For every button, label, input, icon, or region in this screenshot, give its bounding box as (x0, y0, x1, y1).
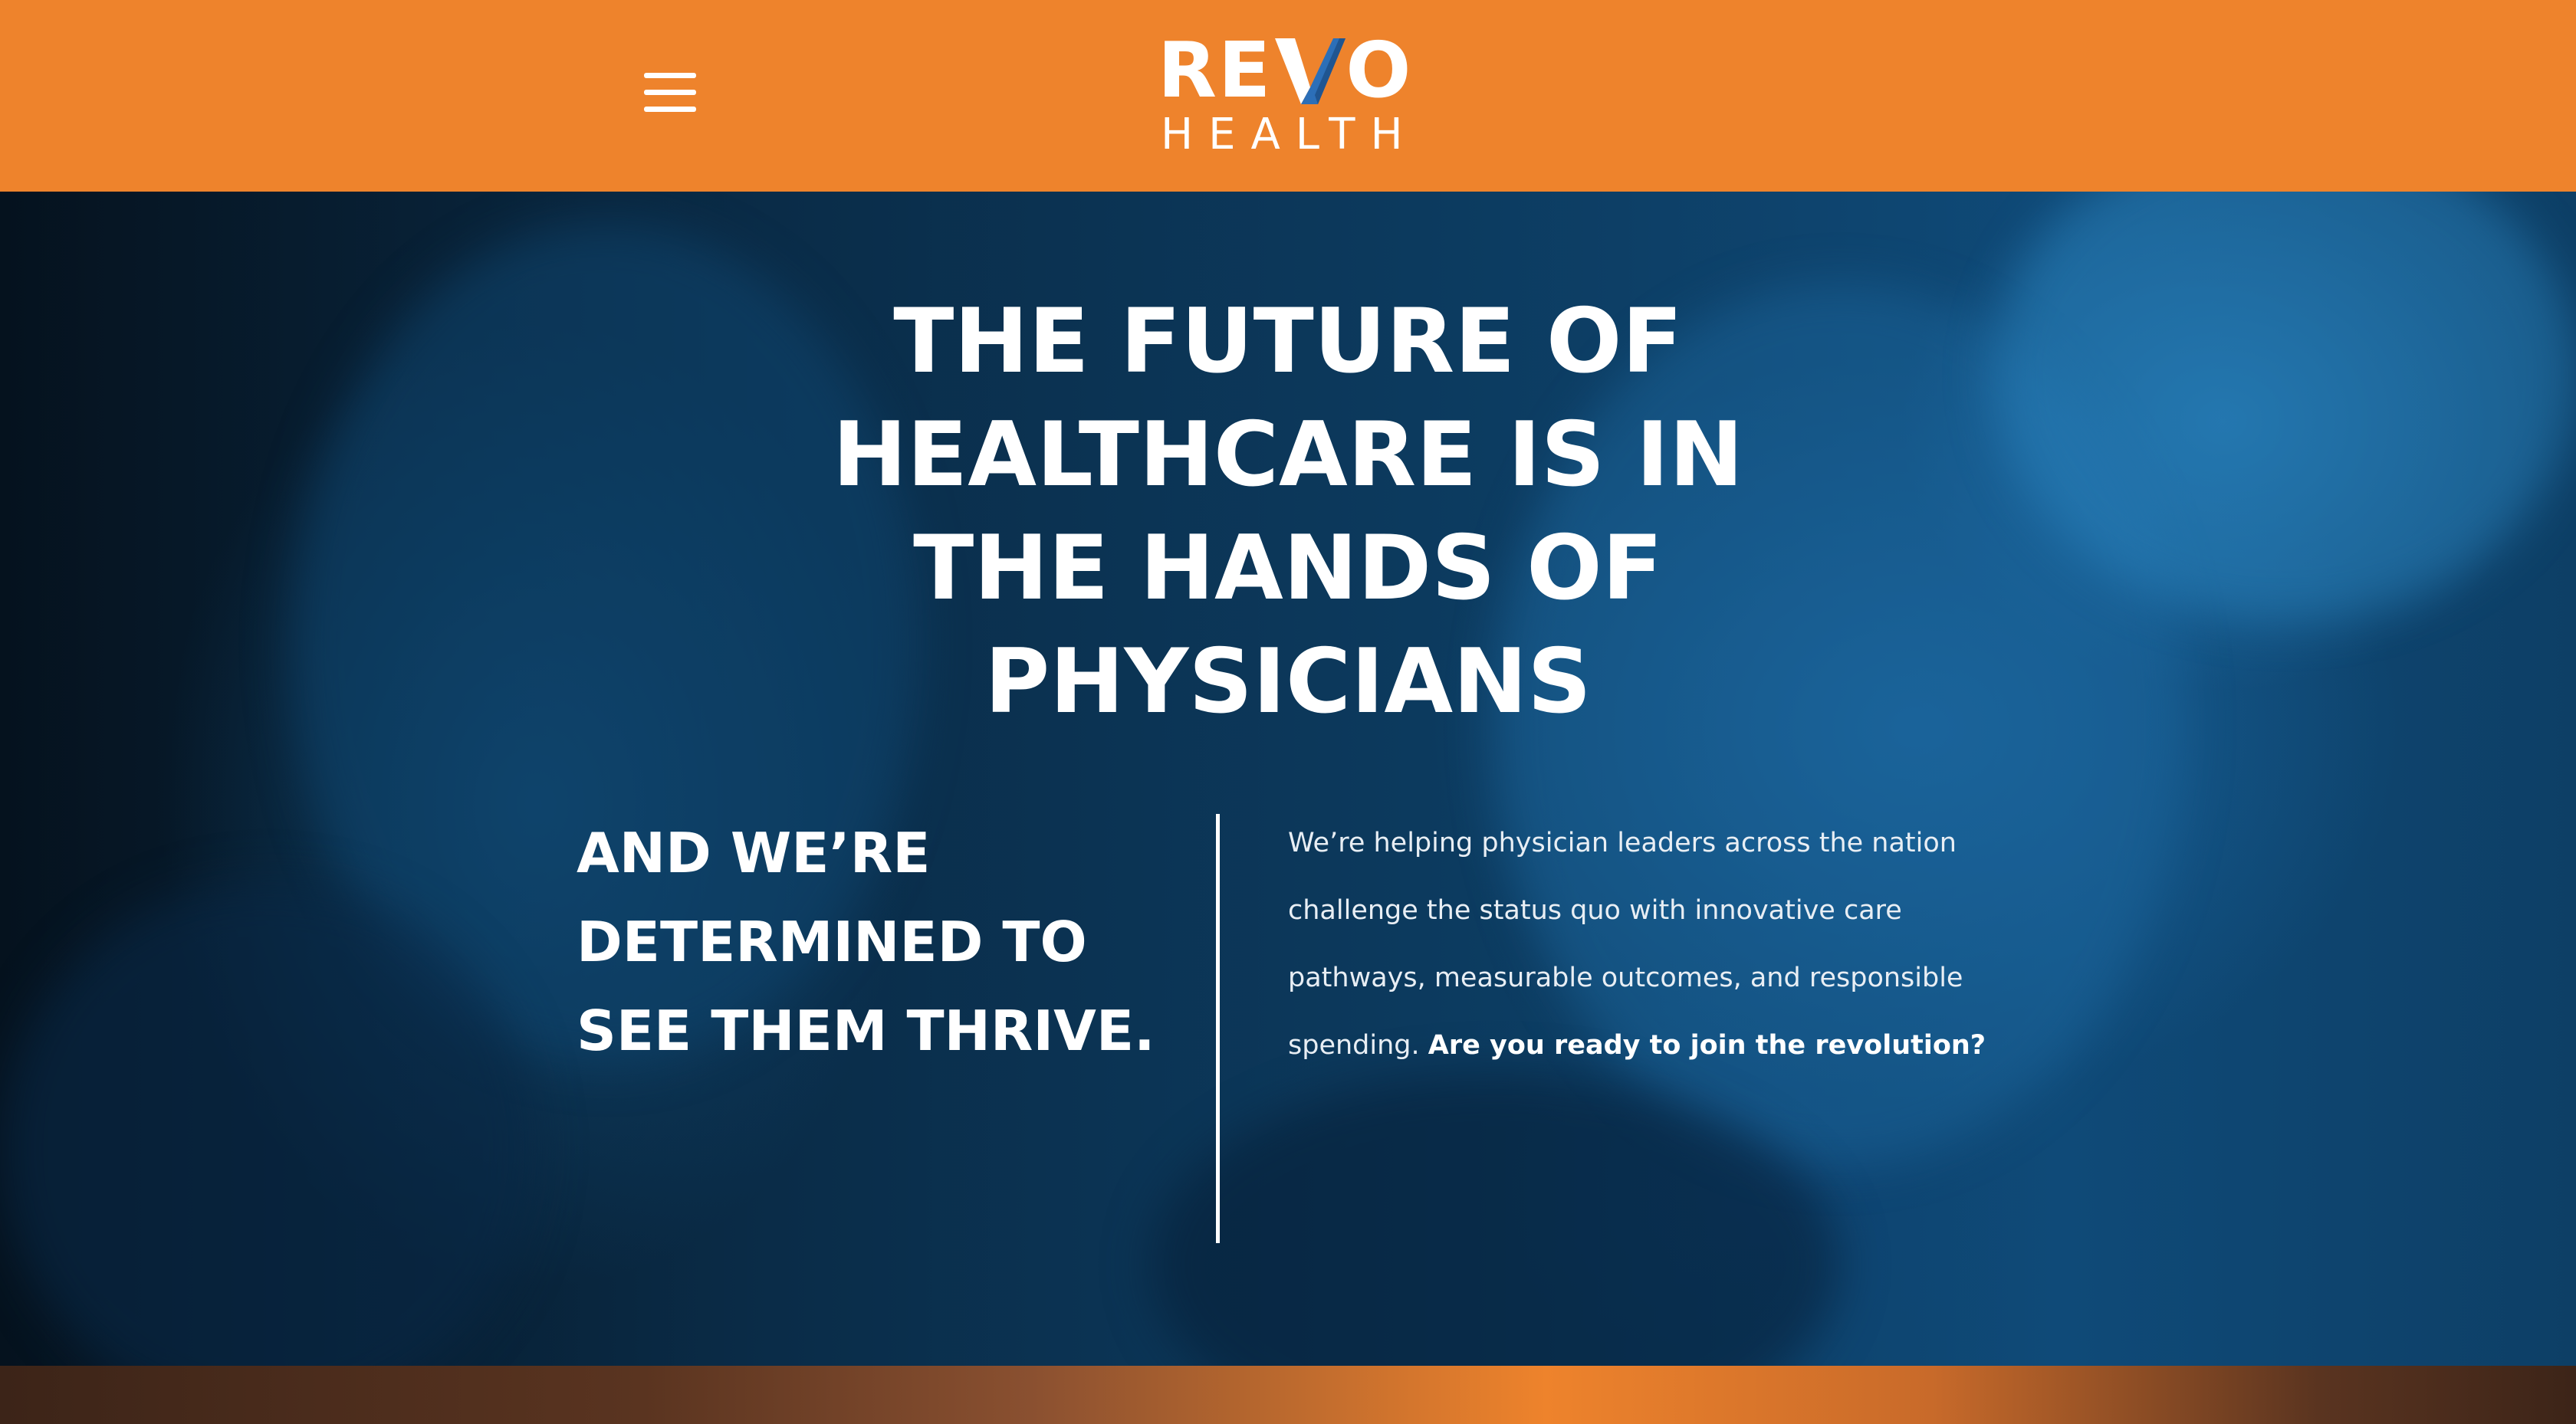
headline-line: THE FUTURE OF (893, 290, 1683, 393)
menu-bar-top (644, 73, 696, 78)
body-last-plain: spending. (1288, 1030, 1428, 1061)
body-line: pathways, measurable outcomes, and respo… (1288, 963, 1963, 993)
headline-line: HEALTHCARE IS IN (832, 403, 1744, 507)
vertical-divider (1216, 814, 1220, 1243)
body-line: challenge the status quo with innovative… (1288, 895, 1902, 926)
body-line-last: spending. Are you ready to join the revo… (1288, 1012, 1986, 1079)
hamburger-menu-icon[interactable] (644, 73, 696, 113)
logo-text-o: O (1346, 25, 1413, 115)
revo-health-logo[interactable]: RE O HEALTH (1158, 25, 1418, 159)
hero-section: THE FUTURE OF HEALTHCARE IS IN THE HANDS… (0, 192, 2576, 1366)
subheadline-line: AND WE’RE (577, 821, 931, 885)
menu-bar-middle (644, 90, 696, 95)
subheadline-line: DETERMINED TO (577, 910, 1087, 974)
logo-text-re: RE (1158, 25, 1273, 115)
next-section-preview (0, 1366, 2576, 1424)
logo-subtext: HEALTH (1161, 110, 1418, 159)
site-header: RE O HEALTH (0, 0, 2576, 192)
logo-wordmark: RE O (1158, 25, 1413, 115)
headline-line: THE HANDS OF (913, 517, 1663, 620)
revolution-cta-text: Are you ready to join the revolution? (1428, 1030, 1986, 1061)
menu-bar-bottom (644, 107, 696, 112)
hero-headline: THE FUTURE OF HEALTHCARE IS IN THE HANDS… (790, 285, 1786, 739)
subheadline-line: SEE THEM THRIVE. (577, 999, 1155, 1063)
body-line: We’re helping physician leaders across t… (1288, 828, 1957, 858)
logo-v-mark-icon (1272, 34, 1346, 107)
hero-subheadline: AND WE’RE DETERMINED TO SEE THEM THRIVE. (577, 809, 1205, 1075)
headline-line: PHYSICIANS (984, 630, 1592, 733)
hero-body-text: We’re helping physician leaders across t… (1288, 809, 1986, 1079)
